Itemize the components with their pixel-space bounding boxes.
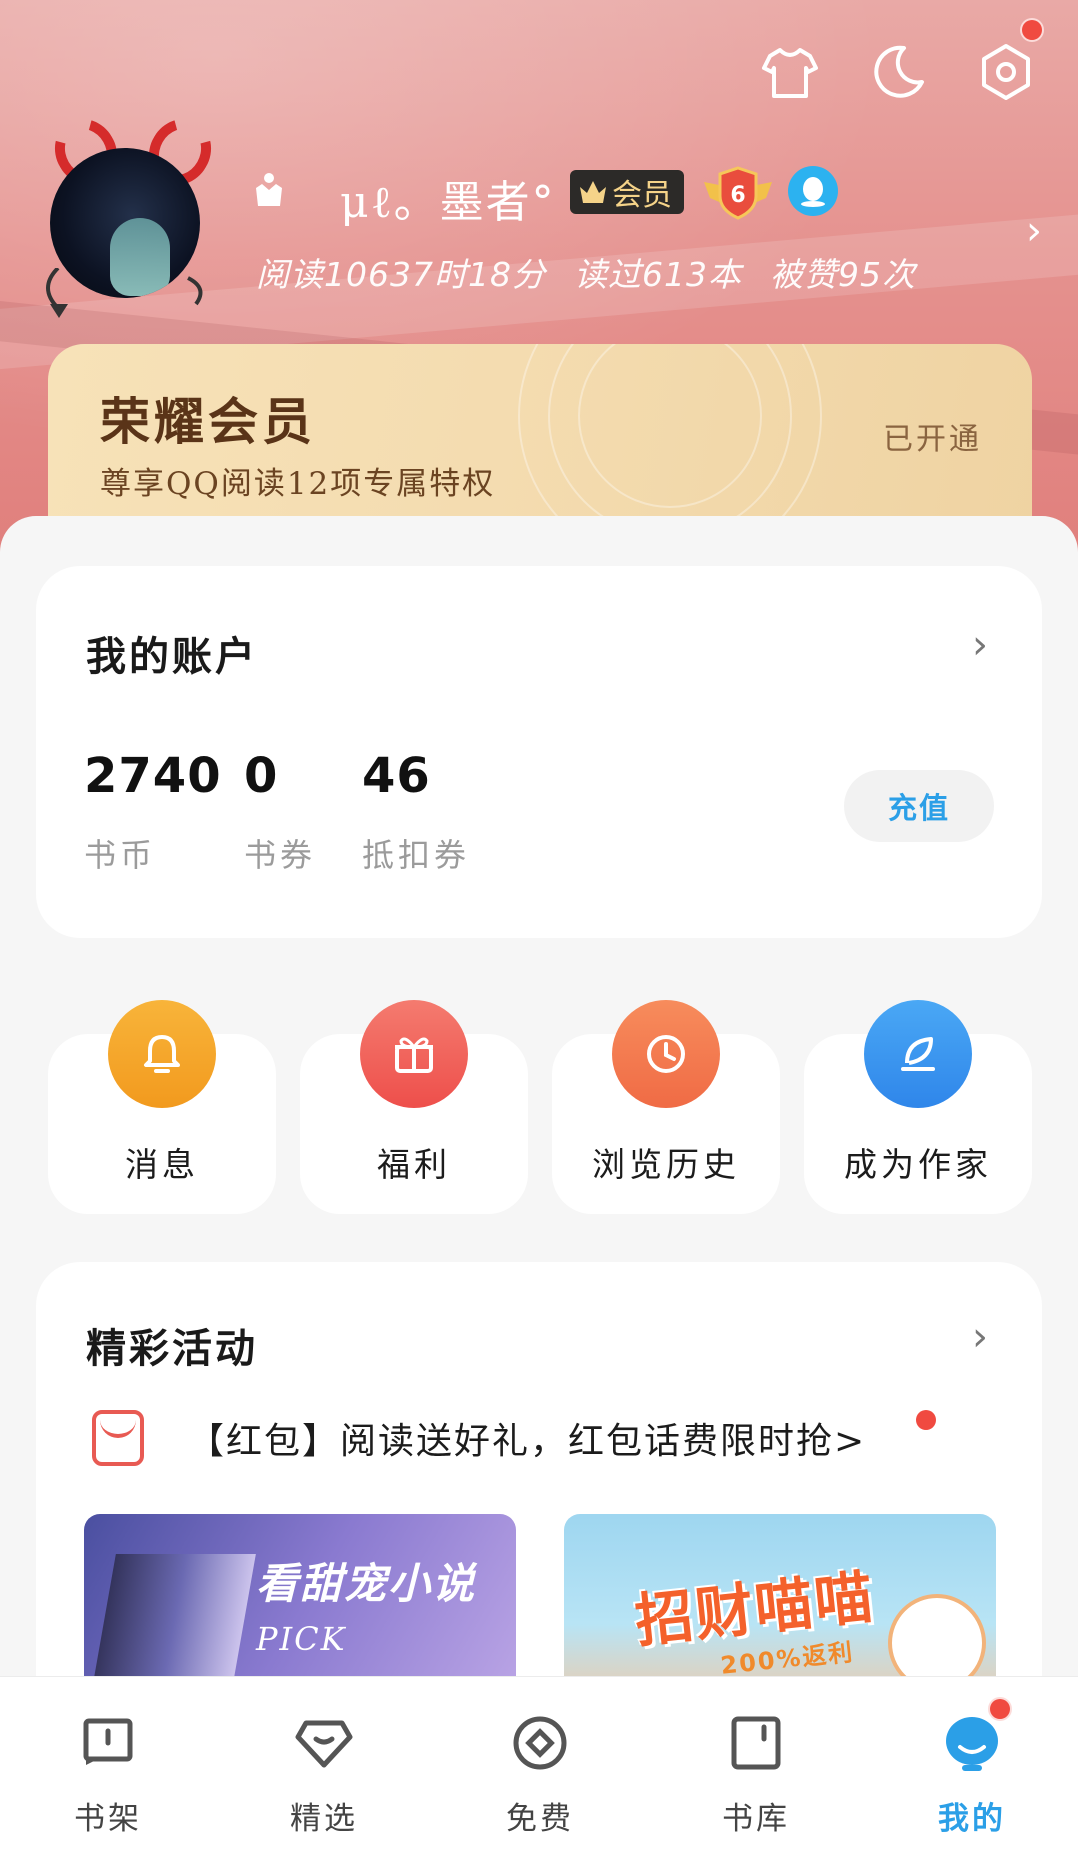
level-number: 6: [730, 183, 745, 208]
chevron-right-icon[interactable]: ›: [972, 622, 988, 668]
activities-card: 精彩活动 › 【红包】阅读送好礼，红包话费限时抢> 看甜宠小说 PICK 招财喵…: [36, 1262, 1042, 1722]
shortcut-become-writer[interactable]: 成为作家: [804, 1000, 1032, 1214]
bell-icon: [108, 1000, 216, 1108]
bottom-tab-bar: 书架 精选 免费 书库 我的: [0, 1676, 1078, 1849]
account-balances: 2740 书币 0 书券 46 抵扣券: [84, 748, 522, 876]
vouchers-value: 0: [244, 748, 279, 804]
free-icon: [513, 1716, 567, 1770]
feather-icon: [864, 1000, 972, 1108]
vouchers-label: 书券: [244, 836, 317, 874]
deduction-coupons-label: 抵扣券: [362, 836, 471, 874]
deduction-coupons-value: 46: [362, 748, 431, 804]
featured-icon: [295, 1720, 353, 1768]
tab-label: 免费: [506, 1801, 574, 1837]
tab-label: 我的: [938, 1801, 1006, 1837]
red-packet-promo[interactable]: 【红包】阅读送好礼，红包话费限时抢>: [92, 1410, 866, 1466]
tab-free[interactable]: 免费: [460, 1677, 620, 1849]
moon-icon[interactable]: [866, 40, 930, 104]
vip-status: 已开通: [883, 422, 982, 457]
coins-value: 2740: [84, 748, 222, 804]
tab-label: 精选: [290, 1801, 358, 1837]
me-icon: [946, 1717, 998, 1771]
envelope-icon: [92, 1410, 144, 1466]
tab-label: 书架: [74, 1801, 142, 1837]
shortcut-label: 消息: [125, 1145, 199, 1184]
crown-icon: [580, 181, 606, 203]
profile-chevron-right-icon[interactable]: ›: [1026, 208, 1042, 254]
vip-subtitle: 尊享QQ阅读12项专属特权: [100, 466, 496, 502]
tab-featured[interactable]: 精选: [244, 1677, 404, 1849]
shortcut-grid: 消息 福利 浏览历史 成为作家: [48, 1000, 1032, 1215]
shortcut-label: 成为作家: [844, 1145, 992, 1184]
crown-icon: [252, 172, 286, 216]
bookshelf-icon: [83, 1718, 133, 1765]
header-actions: [758, 18, 1044, 104]
avatar[interactable]: [28, 107, 223, 318]
read-time: 阅读10637时18分: [256, 255, 546, 294]
coins-label: 书币: [84, 836, 157, 874]
coins-balance[interactable]: 2740 书币: [84, 748, 244, 876]
tab-library[interactable]: 书库: [676, 1677, 836, 1849]
chevron-right-icon[interactable]: ›: [972, 1314, 988, 1360]
tab-bookshelf[interactable]: 书架: [28, 1677, 188, 1849]
likes-count: 被赞95次: [769, 255, 916, 294]
member-badge-label: 会员: [612, 178, 672, 213]
notification-dot: [988, 1697, 1012, 1721]
library-icon: [731, 1716, 781, 1770]
settings-icon[interactable]: [974, 18, 1044, 104]
banner-title: 看甜宠小说 PICK: [256, 1559, 477, 1658]
user-name: μℓ。墨者°: [340, 177, 556, 228]
account-card[interactable]: 我的账户 › 2740 书币 0 书券 46 抵扣券 充值: [36, 566, 1042, 938]
shortcut-label: 福利: [377, 1145, 451, 1184]
account-title: 我的账户: [86, 634, 258, 680]
banner-title: 招财喵喵 200%返利: [632, 1562, 878, 1680]
clock-icon: [612, 1000, 720, 1108]
shortcut-history[interactable]: 浏览历史: [552, 1000, 780, 1214]
shortcut-messages[interactable]: 消息: [48, 1000, 276, 1214]
tail-decoration: [46, 268, 203, 318]
activities-title: 精彩活动: [86, 1326, 258, 1372]
vip-title: 荣耀会员: [100, 392, 316, 451]
notification-dot: [1020, 18, 1044, 42]
shortcut-label: 浏览历史: [592, 1145, 740, 1184]
level-badge[interactable]: 6: [702, 164, 774, 220]
notification-dot: [916, 1410, 936, 1430]
gift-icon: [360, 1000, 468, 1108]
reading-stats: 阅读10637时18分 读过613本 被赞95次: [256, 248, 916, 296]
promo-text: 【红包】阅读送好礼，红包话费限时抢>: [188, 1421, 867, 1462]
qq-penguin-icon[interactable]: [788, 166, 838, 216]
deduction-coupons-balance[interactable]: 46 抵扣券: [362, 748, 522, 876]
books-read: 读过613本: [573, 255, 742, 294]
shirt-icon[interactable]: [758, 40, 822, 104]
vouchers-balance[interactable]: 0 书券: [244, 748, 362, 876]
shortcut-benefits[interactable]: 福利: [300, 1000, 528, 1214]
tab-label: 书库: [722, 1801, 790, 1837]
tab-me[interactable]: 我的: [892, 1677, 1052, 1849]
member-badge[interactable]: 会员: [570, 170, 684, 214]
recharge-button[interactable]: 充值: [844, 770, 994, 842]
